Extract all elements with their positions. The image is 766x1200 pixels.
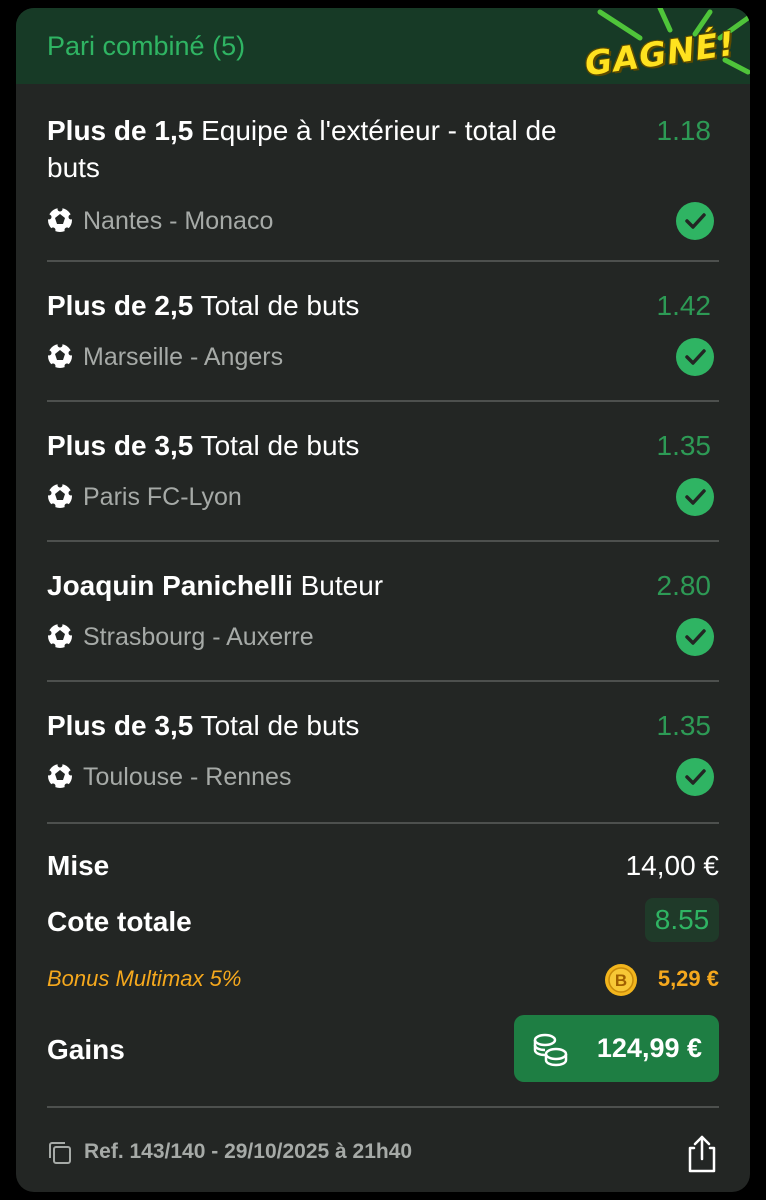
divider bbox=[47, 400, 719, 402]
selection-market: Plus de 3,5 Total de buts bbox=[47, 707, 587, 744]
divider bbox=[47, 1106, 719, 1108]
share-icon[interactable] bbox=[684, 1134, 720, 1174]
market-primary: Plus de 3,5 bbox=[47, 430, 194, 461]
selection-match: Paris FC-Lyon bbox=[47, 482, 242, 512]
market-primary: Plus de 1,5 bbox=[47, 115, 194, 146]
soccer-ball-icon bbox=[47, 623, 73, 649]
soccer-ball-icon bbox=[47, 763, 73, 789]
soccer-ball-icon bbox=[47, 207, 73, 233]
total-odds-value: 8.55 bbox=[645, 898, 719, 942]
bonus-value: 5,29 € bbox=[657, 966, 719, 991]
market-primary: Joaquin Panichelli bbox=[47, 570, 293, 601]
bonus-coin-letter: B bbox=[615, 971, 627, 990]
match-name: Paris FC-Lyon bbox=[83, 483, 242, 511]
bet-header: Pari combiné (5) GAGNÉ! bbox=[16, 8, 750, 84]
selection-row[interactable]: Plus de 3,5 Total de buts 1.35 Paris FC-… bbox=[47, 427, 719, 527]
bet-type-title: Pari combiné (5) bbox=[47, 31, 246, 61]
selection-market: Plus de 2,5 Total de buts bbox=[47, 287, 587, 324]
market-primary: Plus de 2,5 bbox=[47, 290, 194, 321]
match-name: Marseille - Angers bbox=[83, 343, 284, 371]
market-primary: Plus de 3,5 bbox=[47, 710, 194, 741]
selection-odd: 1.35 bbox=[656, 710, 712, 741]
selection-match: Toulouse - Rennes bbox=[47, 762, 291, 792]
match-name: Strasbourg - Auxerre bbox=[83, 623, 314, 651]
bonus-coin-icon: B bbox=[605, 964, 637, 996]
divider bbox=[47, 540, 719, 542]
selection-match: Nantes - Monaco bbox=[47, 206, 273, 236]
stake-value: 14,00 € bbox=[625, 850, 719, 881]
selection-market: Plus de 1,5 Equipe à l'extérieur - total… bbox=[47, 112, 587, 186]
selection-odd: 1.35 bbox=[656, 430, 712, 461]
bet-reference: Ref. 143/140 - 29/10/2025 à 21h40 bbox=[84, 1140, 413, 1163]
market-secondary: Total de buts bbox=[193, 290, 360, 321]
selection-odd: 2.80 bbox=[656, 570, 712, 601]
match-name: Toulouse - Rennes bbox=[83, 763, 292, 791]
selection-row[interactable]: Plus de 3,5 Total de buts 1.35 Toulouse … bbox=[47, 707, 719, 807]
selection-row[interactable]: Plus de 1,5 Equipe à l'extérieur - total… bbox=[47, 112, 719, 242]
bonus-label: Bonus Multimax 5% bbox=[47, 966, 242, 991]
gains-amount: 124,99 € bbox=[596, 1033, 702, 1063]
market-secondary: Buteur bbox=[292, 570, 384, 601]
won-check-icon bbox=[676, 758, 714, 796]
selection-match: Marseille - Angers bbox=[47, 342, 283, 372]
divider bbox=[47, 822, 719, 824]
total-odds-label: Cote totale bbox=[47, 906, 192, 937]
copy-icon[interactable] bbox=[47, 1140, 73, 1166]
market-secondary: Total de buts bbox=[193, 710, 360, 741]
selection-market: Plus de 3,5 Total de buts bbox=[47, 427, 587, 464]
divider bbox=[47, 680, 719, 682]
market-secondary: Total de buts bbox=[193, 430, 360, 461]
won-check-icon bbox=[676, 202, 714, 240]
soccer-ball-icon bbox=[47, 483, 73, 509]
gains-label: Gains bbox=[47, 1034, 125, 1065]
won-check-icon bbox=[676, 478, 714, 516]
coins-icon bbox=[533, 1033, 568, 1067]
won-check-icon bbox=[676, 618, 714, 656]
won-check-icon bbox=[676, 338, 714, 376]
selection-row[interactable]: Plus de 2,5 Total de buts 1.42 Marseille… bbox=[47, 287, 719, 387]
gains-button[interactable]: 124,99 € bbox=[514, 1015, 719, 1082]
soccer-ball-icon bbox=[47, 343, 73, 369]
selection-odd: 1.18 bbox=[656, 115, 712, 146]
selection-market: Joaquin Panichelli Buteur bbox=[47, 567, 587, 604]
selection-match: Strasbourg - Auxerre bbox=[47, 622, 314, 652]
divider bbox=[47, 260, 719, 262]
selection-odd: 1.42 bbox=[656, 290, 712, 321]
match-name: Nantes - Monaco bbox=[83, 207, 274, 235]
selection-row[interactable]: Joaquin Panichelli Buteur 2.80 Strasbour… bbox=[47, 567, 719, 667]
bet-slip-card: Pari combiné (5) GAGNÉ! Plus de 1,5 Equi… bbox=[16, 8, 750, 1192]
stake-label: Mise bbox=[47, 850, 110, 881]
